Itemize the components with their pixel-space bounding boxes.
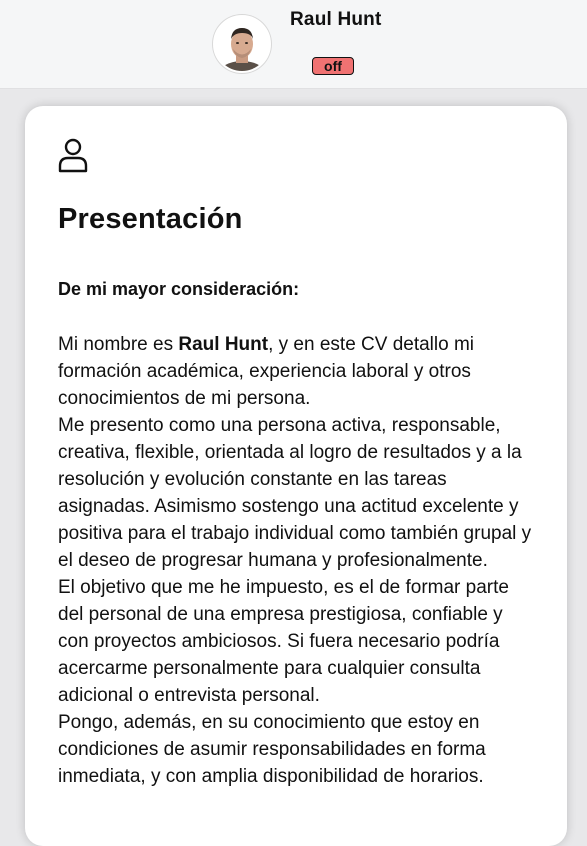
- intro-paragraph: Mi nombre es Raul Hunt, y en este CV det…: [58, 331, 536, 412]
- section-title: Presentación: [58, 203, 243, 235]
- intro-text: Mi nombre es: [58, 334, 179, 355]
- salutation: De mi mayor consideración:: [58, 279, 300, 299]
- availability-paragraph: Pongo, además, en su conocimiento que es…: [58, 712, 486, 787]
- objective-paragraph: El objetivo que me he impuesto, es el de…: [58, 577, 509, 706]
- avatar-photo: [215, 17, 269, 71]
- profile-header: Raul Hunt off: [0, 0, 587, 88]
- avatar[interactable]: [213, 15, 271, 73]
- qualities-paragraph: Me presento como una persona activa, res…: [58, 415, 532, 571]
- status-badge[interactable]: off: [312, 57, 354, 75]
- presentation-text: Mi nombre es Raul Hunt, y en este CV det…: [58, 331, 536, 790]
- user-name: Raul Hunt: [290, 9, 382, 30]
- person-icon: [58, 138, 88, 173]
- highlighted-name: Raul Hunt: [178, 334, 269, 355]
